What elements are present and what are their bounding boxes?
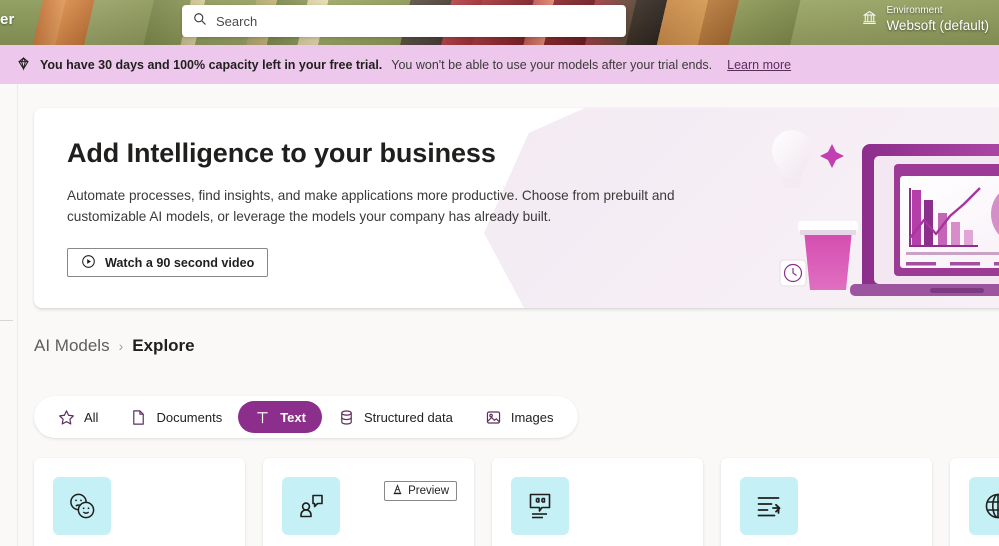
watch-video-label: Watch a 90 second video bbox=[105, 255, 255, 270]
model-card-grid: Preview bbox=[34, 458, 999, 546]
customer-feedback-icon bbox=[282, 477, 340, 535]
search-icon bbox=[193, 12, 207, 31]
sentiment-faces-icon bbox=[53, 477, 111, 535]
sidebar-divider bbox=[0, 320, 13, 321]
diamond-icon bbox=[16, 56, 31, 74]
text-t-icon bbox=[254, 409, 271, 426]
environment-icon bbox=[861, 9, 878, 31]
filter-pill-images-label: Images bbox=[510, 409, 554, 425]
star-icon bbox=[58, 409, 75, 426]
hero-card: Add Intelligence to your business Automa… bbox=[34, 108, 999, 308]
chevron-right-icon: › bbox=[118, 338, 124, 354]
filter-pill-group: All Documents Text Structured data Image… bbox=[34, 396, 578, 438]
filter-pill-all[interactable]: All bbox=[42, 401, 114, 433]
model-card[interactable] bbox=[721, 458, 932, 546]
filter-pill-images[interactable]: Images bbox=[469, 401, 570, 433]
environment-value: Websoft (default) bbox=[886, 17, 989, 33]
page-title: Add Intelligence to your business bbox=[67, 138, 496, 168]
filter-pill-all-label: All bbox=[84, 409, 99, 425]
model-card[interactable] bbox=[492, 458, 703, 546]
environment-picker[interactable]: Environment Websoft (default) bbox=[861, 5, 989, 34]
breadcrumb-item-ai-models[interactable]: AI Models bbox=[34, 336, 110, 356]
model-card[interactable] bbox=[34, 458, 245, 546]
trial-banner: You have 30 days and 100% capacity left … bbox=[0, 45, 999, 84]
cone-icon bbox=[392, 484, 403, 498]
hero-subtitle: Automate processes, find insights, and m… bbox=[67, 188, 675, 225]
trial-banner-detail: You won't be able to use your models aft… bbox=[391, 57, 713, 72]
hero-illustration bbox=[754, 108, 999, 308]
model-card[interactable]: Preview bbox=[263, 458, 474, 546]
app-title-partial: er bbox=[0, 11, 15, 28]
search-input[interactable]: Search bbox=[182, 5, 626, 37]
filter-pill-documents[interactable]: Documents bbox=[114, 401, 238, 433]
text-classification-icon bbox=[740, 477, 798, 535]
breadcrumb-item-explore: Explore bbox=[132, 336, 195, 355]
status-badge: Preview bbox=[384, 481, 457, 501]
environment-label: Environment bbox=[886, 5, 943, 16]
main-content: Add Intelligence to your business Automa… bbox=[19, 84, 999, 546]
key-phrase-quote-icon bbox=[511, 477, 569, 535]
image-icon bbox=[485, 409, 502, 426]
breadcrumb: AI Models › Explore bbox=[34, 336, 195, 356]
database-icon bbox=[338, 409, 355, 426]
globe-translate-icon bbox=[969, 477, 999, 535]
play-circle-icon bbox=[81, 254, 96, 272]
sidebar-collapsed-edge[interactable] bbox=[0, 84, 18, 546]
filter-pill-structured-data[interactable]: Structured data bbox=[322, 401, 469, 433]
status-badge-label: Preview bbox=[408, 485, 449, 497]
document-icon bbox=[130, 409, 147, 426]
model-card[interactable] bbox=[950, 458, 999, 546]
watch-video-button[interactable]: Watch a 90 second video bbox=[67, 248, 269, 278]
top-bar: er Search Environment Websoft (default) bbox=[0, 0, 999, 45]
filter-pill-documents-label: Documents bbox=[156, 409, 223, 425]
filter-pill-text-label: Text bbox=[280, 409, 306, 425]
learn-more-link[interactable]: Learn more bbox=[727, 58, 791, 72]
filter-pill-text[interactable]: Text bbox=[238, 401, 322, 433]
trial-banner-headline: You have 30 days and 100% capacity left … bbox=[40, 57, 383, 72]
filter-pill-structured-data-label: Structured data bbox=[363, 409, 453, 425]
search-placeholder: Search bbox=[216, 13, 258, 29]
